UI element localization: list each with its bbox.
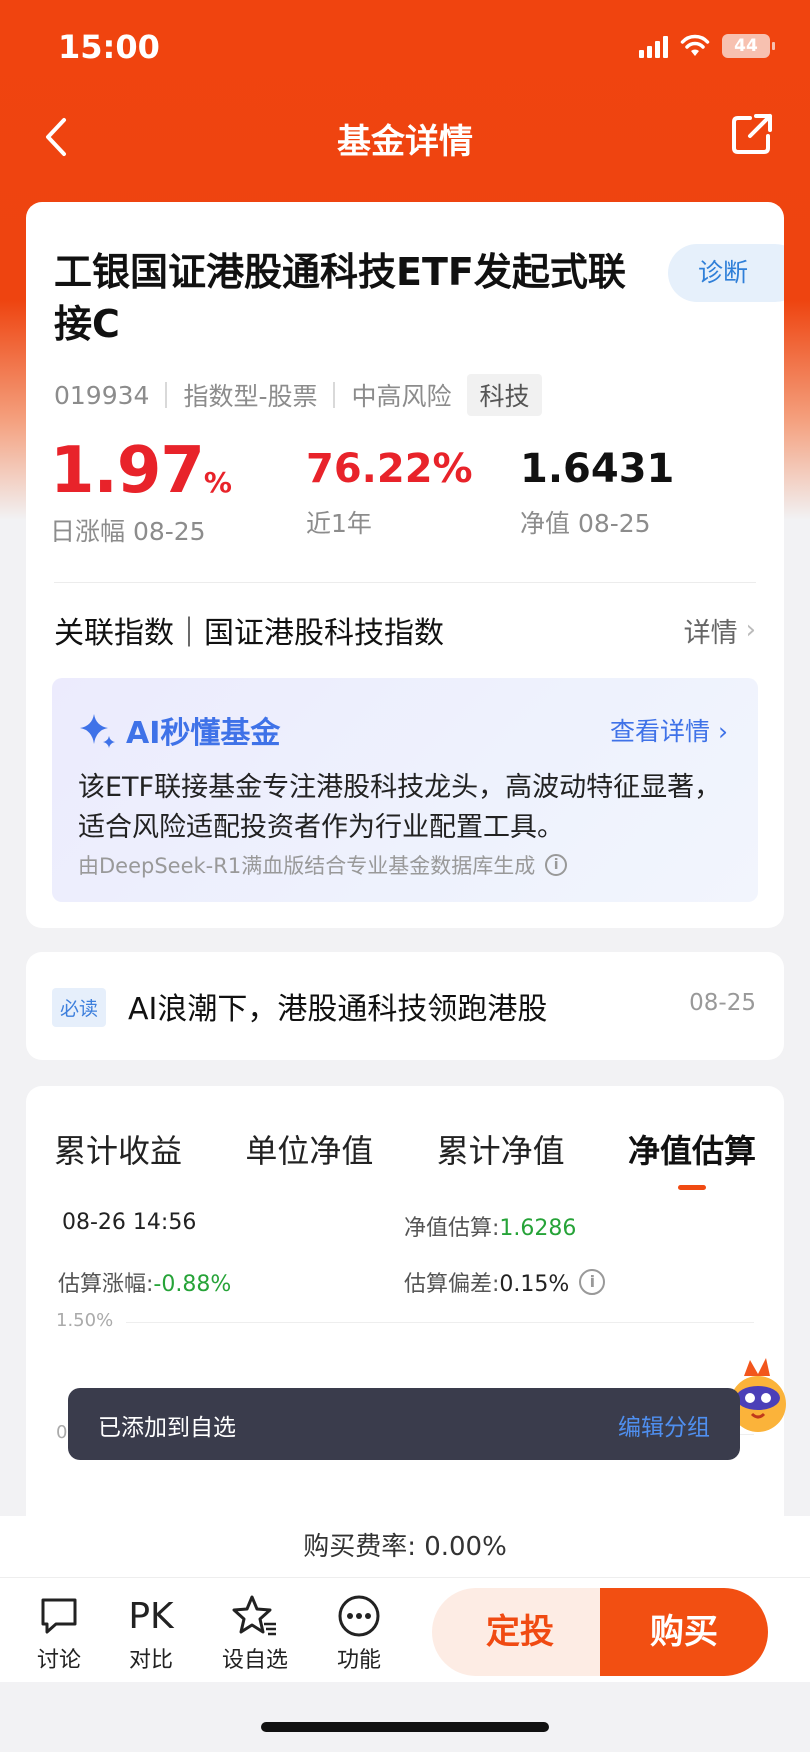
page-title: 基金详情 [337, 122, 473, 162]
nav-label: 净值 08-25 [520, 509, 651, 538]
purchase-fee: 购买费率: 0.00% [0, 1516, 810, 1578]
buy-button[interactable]: 购买 [600, 1588, 768, 1676]
chevron-right-icon: › [745, 615, 756, 645]
estimate-change-label: 估算涨幅: [58, 1272, 154, 1297]
nav-value: 1.6431 [520, 446, 675, 492]
more-functions-label: 功能 [336, 1648, 381, 1673]
more-dots-icon [338, 1595, 380, 1637]
year-change-stat: 76.22% 近1年 [306, 446, 473, 540]
fund-tag: 科技 [467, 374, 542, 416]
ai-detail-link[interactable]: 查看详情 › [610, 712, 728, 748]
pk-icon: PK [128, 1595, 174, 1637]
add-watchlist-label: 设自选 [221, 1648, 288, 1673]
estimate-value-row: 净值估算:1.6286 [404, 1210, 576, 1242]
toast-notification: 已添加到自选 编辑分组 [68, 1388, 740, 1460]
tab-nav-estimate[interactable]: 净值估算 [628, 1126, 756, 1190]
estimate-deviation-label: 估算偏差: [404, 1272, 500, 1297]
chevron-right-icon: › [718, 717, 728, 746]
info-icon[interactable]: i [545, 854, 568, 876]
estimate-value: 1.6286 [499, 1216, 577, 1241]
tab-cumulative-return[interactable]: 累计收益 [54, 1126, 182, 1172]
star-list-icon [232, 1595, 276, 1636]
index-detail-link[interactable]: 详情 › [684, 611, 756, 650]
status-bar: 15:00 44 [0, 0, 810, 100]
daily-change-label: 日涨幅 08-25 [50, 517, 206, 546]
battery-icon: 44 [722, 34, 775, 58]
daily-change-stat: 1.97% 日涨幅 08-25 [50, 434, 232, 548]
status-icons: 44 [639, 34, 775, 58]
chat-bubble-icon [41, 1598, 77, 1634]
index-detail-label: 详情 [683, 617, 738, 649]
year-change-value: 76.22% [306, 446, 473, 492]
wifi-icon [680, 34, 710, 56]
add-watchlist-button[interactable]: 设自选 [210, 1590, 300, 1674]
estimate-deviation-row: 估算偏差:0.15% i [404, 1266, 606, 1298]
home-indicator[interactable] [261, 1722, 549, 1732]
fund-name: 工银国证港股通科技ETF发起式联接C [54, 250, 626, 346]
estimate-value-label: 净值估算: [404, 1216, 500, 1241]
signal-icon [639, 34, 668, 58]
sparkle-icon [80, 714, 115, 748]
fund-summary-card: 工银国证港股通科技ETF发起式联接C 诊断 019934 指数型-股票 中高风险… [26, 202, 784, 928]
estimate-time-value: 08-26 14:56 [62, 1210, 197, 1235]
divider [333, 382, 336, 408]
y-axis-label-top: 1.50% [56, 1310, 114, 1331]
share-icon[interactable] [730, 112, 774, 156]
daily-change-unit: % [203, 466, 232, 499]
ai-title-text: AI秒懂基金 [126, 716, 281, 751]
estimate-change-row: 估算涨幅:-0.88% [58, 1266, 231, 1298]
discuss-button[interactable]: 讨论 [14, 1590, 104, 1674]
ai-footnote-text: 由DeepSeek-R1满血版结合专业基金数据库生成 [78, 854, 536, 878]
must-read-tag: 必读 [52, 988, 107, 1027]
home-area [0, 1682, 810, 1752]
daily-change-value: 1.97 [50, 434, 205, 508]
nav-stat: 1.6431 净值 08-25 [520, 446, 674, 540]
discuss-label: 讨论 [36, 1648, 81, 1673]
chart-tabs: 累计收益 单位净值 累计净值 净值估算 [54, 1126, 756, 1190]
news-date: 08-25 [689, 990, 756, 1016]
tab-cumulative-nav[interactable]: 累计净值 [437, 1126, 565, 1172]
related-index-row[interactable]: 关联指数｜国证港股科技指数 详情 › [54, 602, 756, 658]
ai-detail-label: 查看详情 [610, 717, 711, 746]
estimate-change: -0.88% [153, 1272, 232, 1297]
fund-code: 019934 [54, 380, 150, 410]
ai-summary-text: 该ETF联接基金专注港股科技龙头，高波动特征显著，适合风险适配投资者作为行业配置… [78, 772, 722, 843]
edit-group-button[interactable]: 编辑分组 [618, 1408, 710, 1442]
ai-summary-box: AI秒懂基金 查看详情 › 该ETF联接基金专注港股科技龙头，高波动特征显著，适… [52, 678, 758, 902]
year-change-label: 近1年 [306, 509, 372, 538]
estimate-deviation: 0.15% [499, 1272, 570, 1297]
compare-button[interactable]: PK 对比 [106, 1590, 196, 1674]
news-title: AI浪潮下，港股通科技领跑港股 [128, 992, 548, 1027]
ai-footnote: 由DeepSeek-R1满血版结合专业基金数据库生成 i [78, 850, 568, 880]
diagnose-button[interactable]: 诊断 [668, 244, 784, 302]
fund-type: 指数型-股票 [183, 382, 318, 411]
divider [54, 582, 756, 583]
gridline [126, 1322, 754, 1323]
divider [165, 382, 168, 408]
toast-text: 已添加到自选 [98, 1415, 236, 1441]
fund-meta: 019934 指数型-股票 中高风险 科技 [54, 374, 542, 416]
bottom-action-bar: 讨论 PK 对比 设自选 功能 定投 购买 [0, 1578, 810, 1682]
status-time: 15:00 [58, 28, 160, 66]
compare-label: 对比 [128, 1648, 173, 1673]
related-index-label: 关联指数｜国证港股科技指数 [54, 616, 444, 651]
ai-summary-title: AI秒懂基金 [78, 708, 280, 752]
news-card[interactable]: 必读 AI浪潮下，港股通科技领跑港股 08-25 [26, 952, 784, 1060]
tab-unit-nav[interactable]: 单位净值 [245, 1126, 373, 1172]
nav-bar: 基金详情 [0, 100, 810, 174]
more-functions-button[interactable]: 功能 [314, 1590, 404, 1674]
auto-invest-button[interactable]: 定投 [432, 1588, 608, 1676]
info-icon[interactable]: i [579, 1269, 606, 1295]
estimate-time: 08-26 14:56 [62, 1210, 196, 1235]
fund-risk: 中高风险 [351, 382, 452, 411]
